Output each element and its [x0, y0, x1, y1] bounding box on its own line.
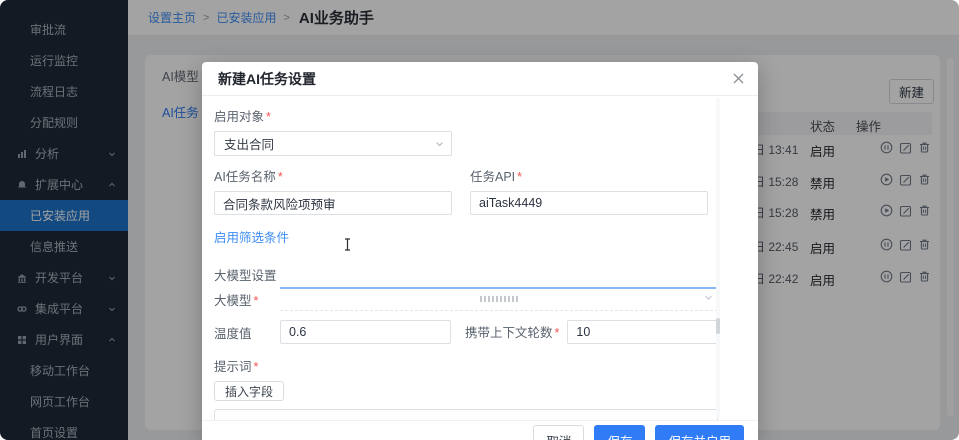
temperature-input[interactable] — [280, 320, 451, 344]
app-window: 审批流 运行监控 流程日志 分配规则 分析 扩展中心 已安装应用 信息推送 开发… — [0, 0, 959, 440]
modal-footer: 取消 保存 保存并启用 — [202, 420, 758, 440]
required-mark: * — [254, 360, 259, 374]
insert-field-button[interactable]: 插入字段 — [214, 381, 284, 401]
enable-target-select[interactable]: 支出合同 — [214, 131, 452, 156]
required-mark: * — [278, 170, 283, 184]
modal-body: 启用对象* 支出合同 AI任务名称* 任务API* 启用筛选条件 大模型设置 — [202, 96, 758, 440]
model-select-box[interactable] — [280, 287, 718, 305]
task-name-label: AI任务名称 — [214, 170, 276, 184]
text-cursor — [343, 238, 352, 256]
modal-scrollbar-thumb[interactable] — [716, 318, 720, 334]
modal-header: 新建AI任务设置 — [202, 62, 758, 96]
context-rounds-label: 携带上下文轮数* — [465, 322, 559, 342]
task-api-input[interactable] — [470, 191, 708, 215]
required-mark: * — [254, 294, 259, 308]
model-select-ghost-text — [480, 296, 518, 302]
enable-target-value: 支出合同 — [224, 134, 274, 153]
close-icon[interactable] — [732, 72, 745, 85]
model-label: 大模型* — [214, 287, 280, 310]
required-mark: * — [266, 110, 271, 124]
chevron-down-icon — [704, 293, 713, 302]
context-rounds-input[interactable] — [567, 320, 718, 344]
required-mark: * — [517, 170, 522, 184]
model-section-label: 大模型设置 — [214, 265, 718, 284]
save-and-enable-button[interactable]: 保存并启用 — [655, 425, 744, 440]
new-ai-task-modal: 新建AI任务设置 启用对象* 支出合同 AI任务名称* 任务API* — [202, 62, 758, 440]
modal-title: 新建AI任务设置 — [218, 69, 316, 89]
model-select[interactable] — [280, 287, 718, 311]
prompt-label: 提示词* — [214, 356, 718, 376]
task-name-input[interactable] — [214, 191, 452, 215]
temperature-label: 温度值 — [214, 323, 280, 342]
enable-filter-link[interactable]: 启用筛选条件 — [214, 227, 289, 246]
save-button[interactable]: 保存 — [594, 425, 645, 440]
enable-target-label: 启用对象 — [214, 110, 264, 124]
required-mark: * — [555, 326, 560, 340]
dropdown-panel-edge — [280, 310, 718, 311]
modal-scrollbar-track — [716, 98, 720, 418]
chevron-down-icon — [435, 139, 444, 148]
cancel-button[interactable]: 取消 — [533, 425, 584, 440]
task-api-label: 任务API — [470, 170, 515, 184]
